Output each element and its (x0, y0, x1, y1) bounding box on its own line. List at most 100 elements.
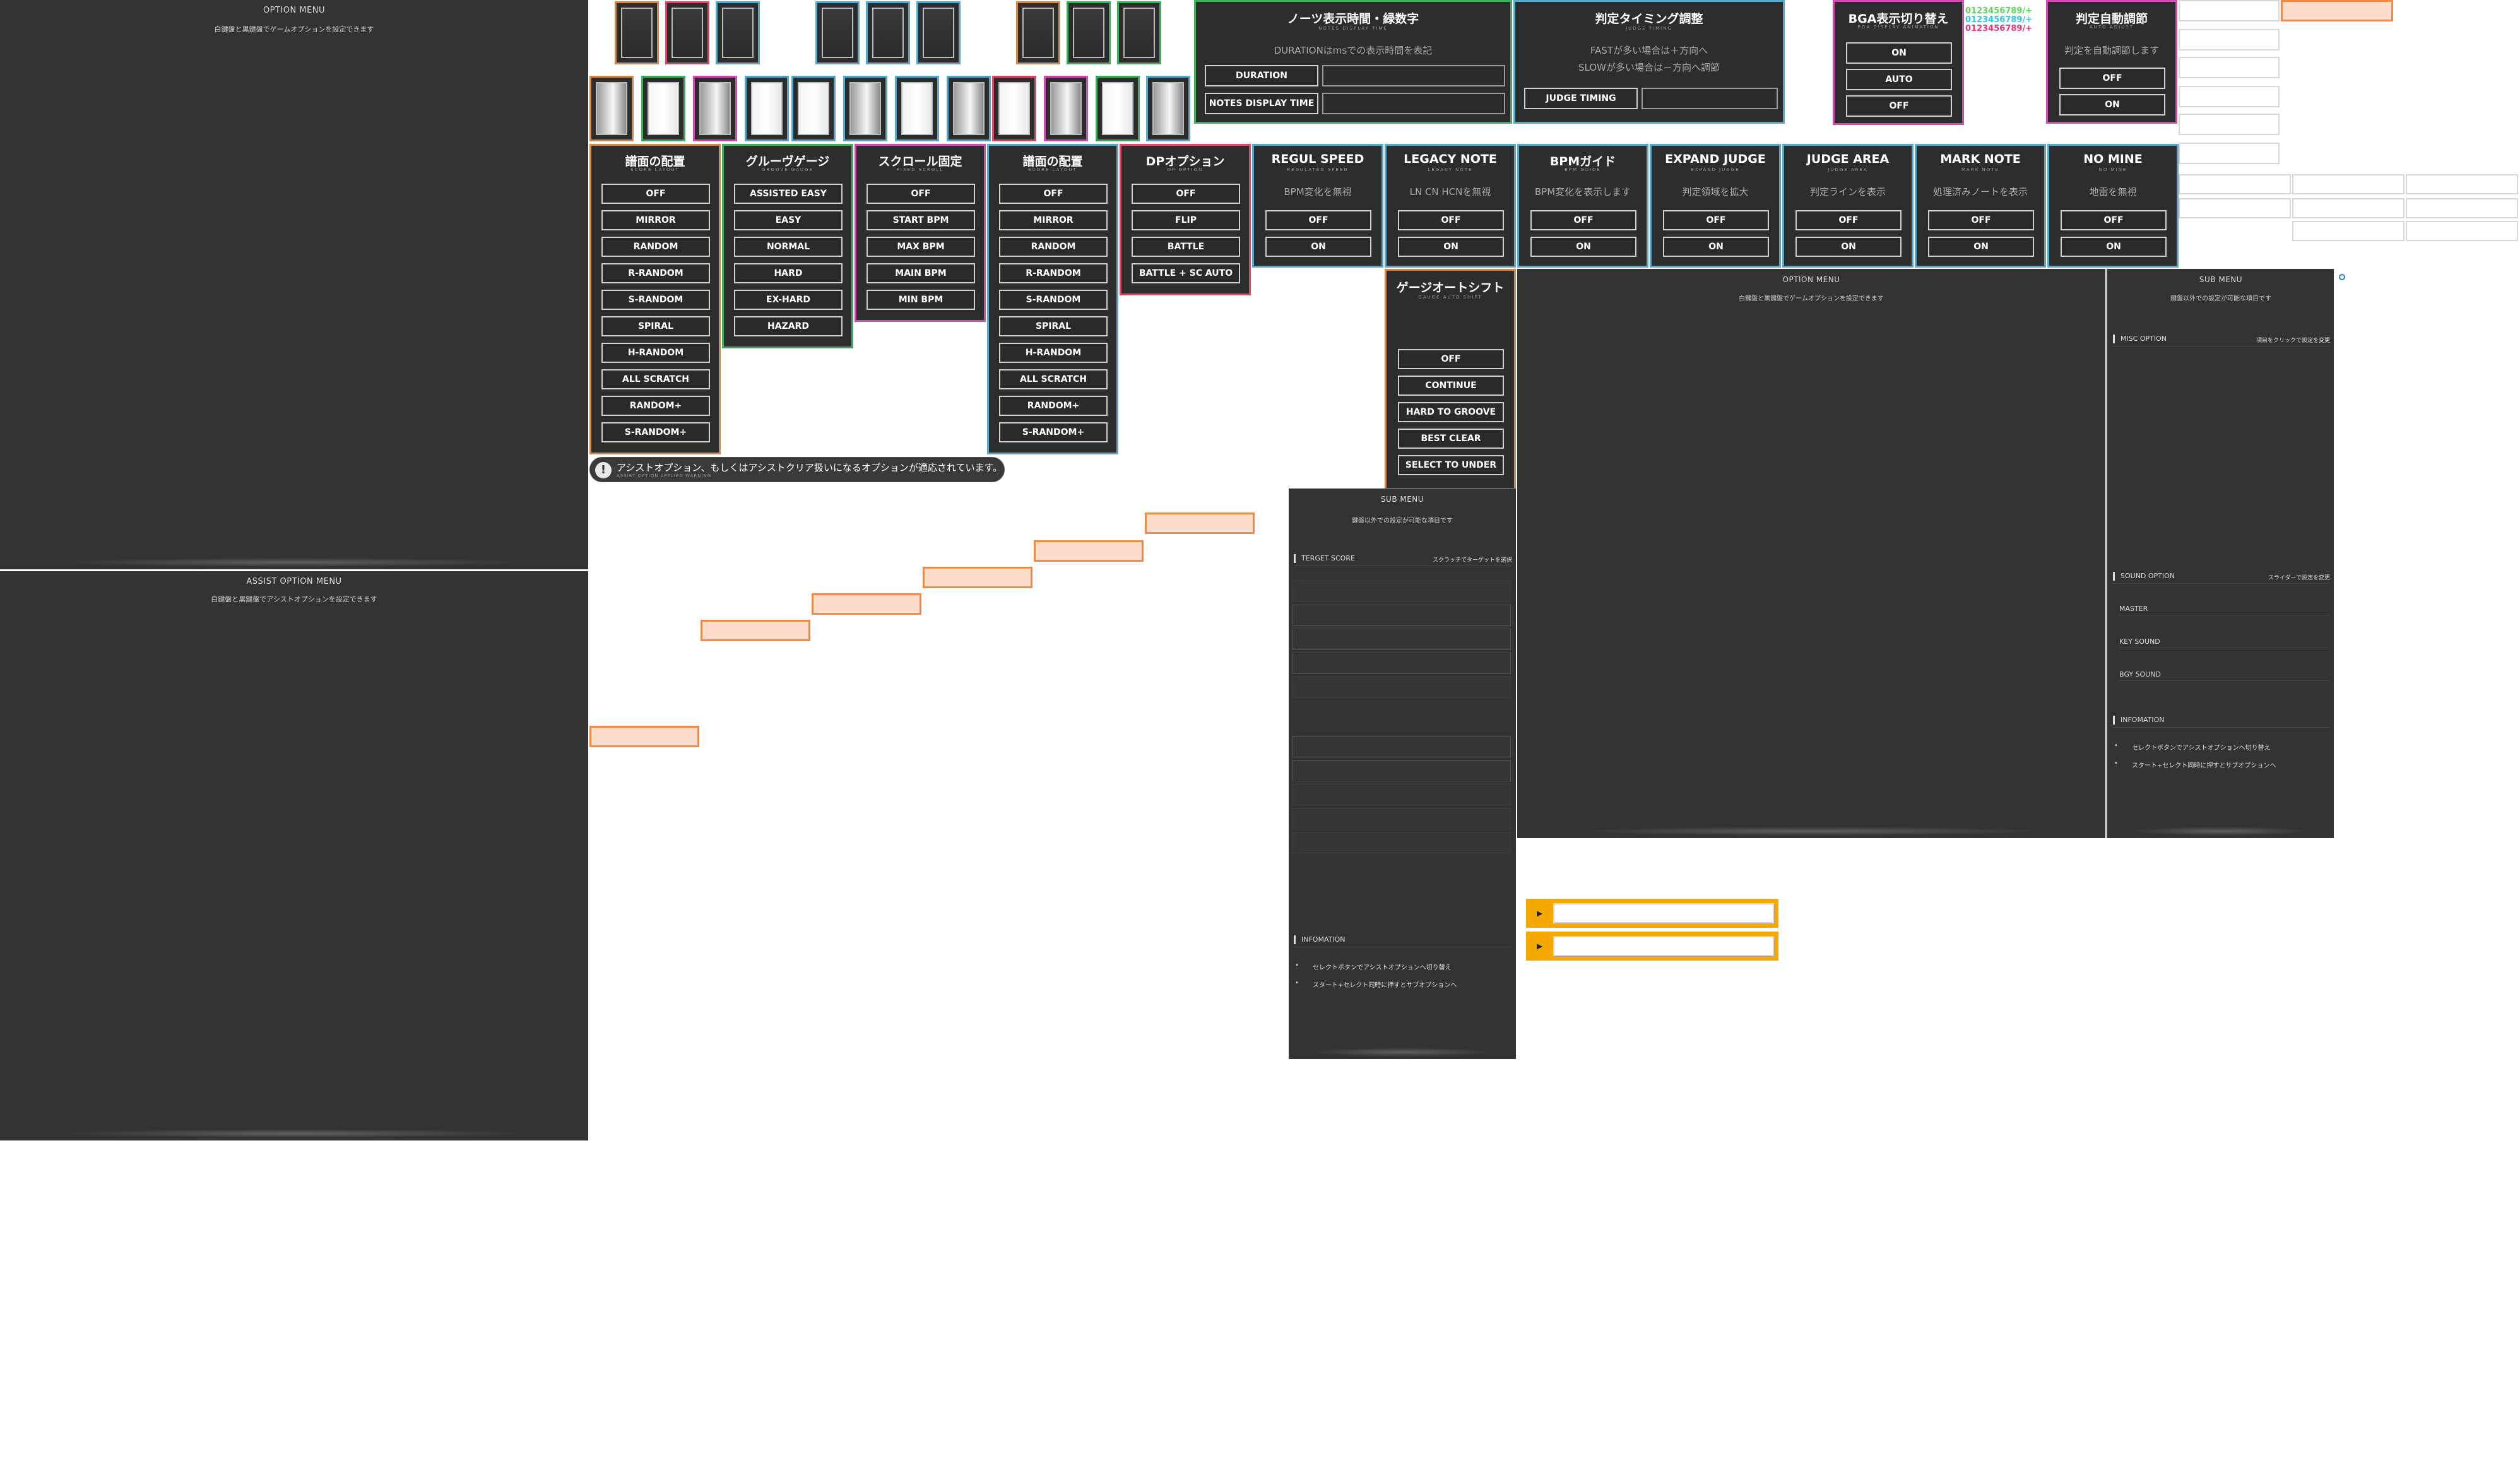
dp-option[interactable]: OFF (1132, 184, 1240, 204)
no-mine-option[interactable]: OFF (2061, 210, 2167, 230)
target-row[interactable] (1293, 784, 1511, 805)
bpm-guide-option[interactable]: OFF (1530, 210, 1636, 230)
mark-note-option[interactable]: ON (1928, 237, 2034, 257)
gauge-autoshift-option[interactable]: SELECT TO UNDER (1398, 455, 1504, 475)
auto-adjust-panel: 判定自動調節 AUTO ADJUST 判定を自動調節します OFF ON (2046, 0, 2177, 124)
score-layout-option[interactable]: H-RANDOM (601, 343, 710, 363)
score-layout-option[interactable]: RANDOM+ (601, 396, 710, 416)
score-layout-option[interactable]: RANDOM (601, 237, 710, 257)
score-layout-option[interactable]: ALL SCRATCH (999, 369, 1108, 389)
score-layout-option[interactable]: SPIRAL (601, 316, 710, 336)
input-field[interactable] (1553, 936, 1774, 956)
dp-option[interactable]: BATTLE (1132, 237, 1240, 257)
fixed-scroll-option[interactable]: START BPM (867, 210, 975, 230)
placeholder-slot (2179, 86, 2280, 107)
mark-note-option[interactable]: OFF (1928, 210, 2034, 230)
score-layout-option[interactable]: RANDOM (999, 237, 1108, 257)
score-layout-option[interactable]: RANDOM+ (999, 396, 1108, 416)
score-layout-option[interactable]: MIRROR (999, 210, 1108, 230)
lane-tile[interactable] (665, 1, 709, 64)
groove-gauge-option[interactable]: EASY (734, 210, 843, 230)
lane-tile[interactable] (815, 1, 860, 64)
target-row[interactable] (1293, 736, 1511, 757)
lane-tile[interactable] (791, 76, 836, 141)
lane-tile[interactable] (716, 1, 760, 64)
target-row[interactable] (1293, 653, 1511, 674)
duration-value-field[interactable] (1322, 65, 1505, 86)
legacy-note-option[interactable]: ON (1398, 237, 1504, 257)
regul-speed-option[interactable]: OFF (1265, 210, 1371, 230)
score-layout-option[interactable]: S-RANDOM (601, 290, 710, 310)
score-layout-option[interactable]: H-RANDOM (999, 343, 1108, 363)
lane-tile[interactable] (1016, 1, 1060, 64)
score-layout-option[interactable]: MIRROR (601, 210, 710, 230)
gauge-autoshift-option[interactable]: CONTINUE (1398, 376, 1504, 396)
lane-tile[interactable] (1044, 76, 1088, 141)
lane-tile[interactable] (866, 1, 910, 64)
bga-option-button[interactable]: ON (1846, 42, 1952, 64)
yellow-input-bar[interactable]: ▶ (1526, 932, 1778, 961)
expand-judge-option[interactable]: OFF (1663, 210, 1769, 230)
score-layout-option[interactable]: ALL SCRATCH (601, 369, 710, 389)
lane-tile[interactable] (641, 76, 685, 141)
score-layout-option[interactable]: OFF (601, 184, 710, 204)
target-row[interactable] (1293, 677, 1511, 698)
groove-gauge-option[interactable]: HARD (734, 263, 843, 283)
lane-tile[interactable] (589, 76, 634, 141)
dp-option[interactable]: BATTLE + SC AUTO (1132, 263, 1240, 283)
target-row[interactable] (1293, 808, 1511, 829)
fixed-scroll-option[interactable]: MAX BPM (867, 237, 975, 257)
gauge-autoshift-option[interactable]: HARD TO GROOVE (1398, 402, 1504, 422)
fixed-scroll-option[interactable]: MAIN BPM (867, 263, 975, 283)
score-layout-option[interactable]: R-RANDOM (999, 263, 1108, 283)
score-layout-option[interactable]: S-RANDOM+ (999, 422, 1108, 442)
bpm-guide-option[interactable]: ON (1530, 237, 1636, 257)
target-row[interactable] (1293, 760, 1511, 781)
lane-tile[interactable] (916, 1, 961, 64)
score-layout-option[interactable]: OFF (999, 184, 1108, 204)
target-row[interactable] (1293, 629, 1511, 650)
judge-timing-value-field[interactable] (1642, 88, 1778, 109)
lane-tile[interactable] (947, 76, 991, 141)
groove-gauge-option[interactable]: EX-HARD (734, 290, 843, 310)
bgm-sound-slider[interactable] (2119, 680, 2329, 681)
gauge-autoshift-option[interactable]: BEST CLEAR (1398, 429, 1504, 449)
expand-judge-option[interactable]: ON (1663, 237, 1769, 257)
bga-option-button[interactable]: OFF (1846, 95, 1952, 117)
groove-gauge-option[interactable]: ASSISTED EASY (734, 184, 843, 204)
bga-option-button[interactable]: AUTO (1846, 69, 1952, 90)
lane-tile[interactable] (843, 76, 887, 141)
input-field[interactable] (1553, 903, 1774, 923)
lane-tile[interactable] (693, 76, 737, 141)
lane-tile[interactable] (1117, 1, 1161, 64)
target-row[interactable] (1293, 581, 1511, 602)
lane-tile[interactable] (895, 76, 939, 141)
notes-display-time-value-field[interactable] (1322, 93, 1505, 114)
groove-gauge-option[interactable]: NORMAL (734, 237, 843, 257)
score-layout-option[interactable]: SPIRAL (999, 316, 1108, 336)
judge-area-option[interactable]: ON (1795, 237, 1902, 257)
lane-tile[interactable] (1096, 76, 1140, 141)
groove-gauge-option[interactable]: HAZARD (734, 316, 843, 336)
auto-adjust-option-button[interactable]: ON (2059, 94, 2165, 116)
target-row[interactable] (1293, 832, 1511, 853)
legacy-note-option[interactable]: OFF (1398, 210, 1504, 230)
gauge-autoshift-option[interactable]: OFF (1398, 349, 1504, 369)
fixed-scroll-option[interactable]: MIN BPM (867, 290, 975, 310)
lane-tile[interactable] (1146, 76, 1190, 141)
dp-option[interactable]: FLIP (1132, 210, 1240, 230)
lane-tile[interactable] (1067, 1, 1111, 64)
score-layout-option[interactable]: S-RANDOM+ (601, 422, 710, 442)
auto-adjust-option-button[interactable]: OFF (2059, 68, 2165, 89)
score-layout-option[interactable]: S-RANDOM (999, 290, 1108, 310)
lane-tile[interactable] (992, 76, 1036, 141)
judge-area-option[interactable]: OFF (1795, 210, 1902, 230)
no-mine-option[interactable]: ON (2061, 237, 2167, 257)
score-layout-option[interactable]: R-RANDOM (601, 263, 710, 283)
lane-tile[interactable] (745, 76, 789, 141)
fixed-scroll-option[interactable]: OFF (867, 184, 975, 204)
lane-tile[interactable] (615, 1, 659, 64)
yellow-input-bar[interactable]: ▶ (1526, 899, 1778, 928)
target-row[interactable] (1293, 605, 1511, 626)
regul-speed-option[interactable]: ON (1265, 237, 1371, 257)
